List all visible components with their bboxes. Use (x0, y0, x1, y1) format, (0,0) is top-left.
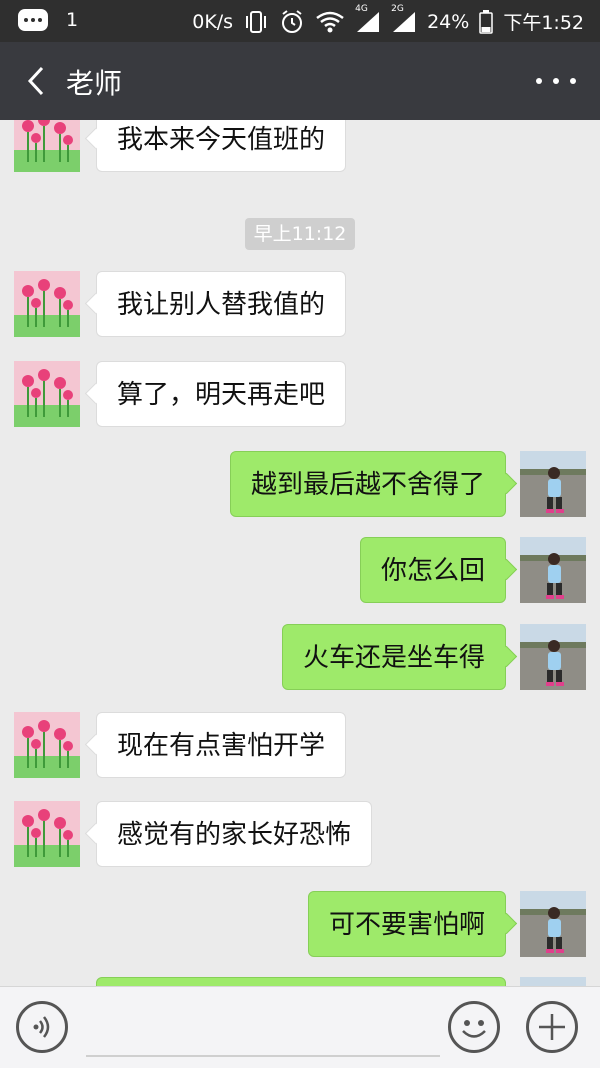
my-avatar[interactable] (520, 451, 586, 517)
voice-icon (33, 1016, 50, 1038)
contact-avatar[interactable] (14, 712, 80, 778)
chat-notification-icon (18, 9, 48, 31)
chat-title: 老师 (66, 67, 123, 100)
back-arrow-icon[interactable] (20, 64, 54, 98)
outgoing-message-bubble[interactable]: 火车还是坐车得 (281, 624, 506, 690)
my-avatar[interactable] (520, 537, 586, 603)
battery-percent: 24% (427, 10, 470, 33)
clock: 下午1:52 (503, 12, 584, 34)
emoji-button[interactable] (448, 1001, 500, 1053)
tulip-avatar-image (14, 361, 80, 427)
my-avatar[interactable] (520, 977, 586, 986)
battery-icon (479, 9, 494, 34)
incoming-message-bubble[interactable]: 我让别人替我值的 (96, 271, 347, 337)
vibrate-icon (246, 10, 267, 33)
status-bar: 1 0K/s 4G 2G 24% 下午1:52 (0, 0, 600, 42)
contact-avatar[interactable] (14, 271, 80, 337)
tulip-avatar-image (14, 271, 80, 337)
incoming-message-bubble[interactable]: 感觉有的家长好恐怖 (96, 801, 373, 867)
network-speed: 0K/s (192, 10, 234, 33)
tulip-avatar-image (14, 801, 80, 867)
more-options-icon[interactable] (536, 68, 576, 94)
tulip-avatar-image (14, 712, 80, 778)
chat-header: 老师 (0, 42, 600, 120)
child-photo-avatar-image (520, 977, 586, 986)
more-functions-button[interactable] (526, 1001, 578, 1053)
incoming-message-bubble[interactable]: 现在有点害怕开学 (96, 712, 347, 778)
child-photo-avatar-image (520, 451, 586, 517)
voice-input-button[interactable] (16, 1001, 68, 1053)
message-timestamp: 早上11:12 (245, 218, 355, 250)
wifi-icon (316, 11, 344, 32)
outgoing-message-bubble[interactable]: 可不要害怕啊 (307, 891, 506, 957)
incoming-message-bubble[interactable]: 算了，明天再走吧 (96, 361, 347, 427)
notification-count: 1 (66, 9, 79, 31)
outgoing-message-bubble[interactable]: 你怎么回 (359, 537, 506, 603)
outgoing-message-bubble[interactable] (96, 977, 506, 986)
message-text-input[interactable] (86, 1001, 440, 1057)
child-photo-avatar-image (520, 624, 586, 690)
signal-4g-icon: 4G (355, 4, 381, 34)
chat-messages[interactable]: 早上11:12 我本来今天值班的 我让别人替我值的 算了，明天再走吧 越到最后越… (0, 120, 600, 986)
contact-avatar[interactable] (14, 361, 80, 427)
signal-2g-icon: 2G (391, 4, 417, 34)
emoji-face-icon (462, 1020, 486, 1038)
alarm-icon (282, 9, 303, 33)
plus-icon (539, 1014, 565, 1040)
contact-avatar[interactable] (14, 801, 80, 867)
contact-avatar[interactable] (14, 120, 80, 172)
tulip-avatar-image (14, 120, 80, 172)
outgoing-message-bubble[interactable]: 越到最后越不舍得了 (229, 451, 506, 517)
my-avatar[interactable] (520, 891, 586, 957)
child-photo-avatar-image (520, 537, 586, 603)
child-photo-avatar-image (520, 891, 586, 957)
message-input-bar (0, 986, 600, 1068)
incoming-message-bubble[interactable]: 我本来今天值班的 (96, 120, 347, 172)
my-avatar[interactable] (520, 624, 586, 690)
